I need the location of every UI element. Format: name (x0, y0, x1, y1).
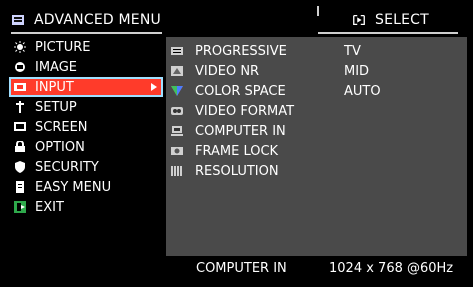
setting-row-video-nr[interactable]: VIDEO NR MID (171, 61, 369, 81)
left-menu-label-exit: EXIT (35, 199, 64, 215)
left-menu-item-screen[interactable]: SCREEN (11, 117, 166, 137)
setting-row-computer-in[interactable]: COMPUTER IN (171, 121, 286, 141)
setting-label-color-space: COLOR SPACE (195, 83, 286, 99)
picture-icon (14, 41, 26, 53)
resolution-icon (171, 165, 183, 177)
setting-value-progressive: TV (344, 43, 361, 59)
security-icon (14, 161, 26, 173)
enter-select-icon (352, 13, 366, 27)
submenu-arrow-icon (151, 83, 157, 91)
left-menu-label-option: OPTION (35, 139, 85, 155)
header-select-hint: SELECT (318, 8, 458, 34)
input-submenu-panel: PROGRESSIVE TV VIDEO NR MID COLOR SPACE … (166, 37, 467, 256)
setting-row-resolution[interactable]: RESOLUTION (171, 161, 279, 181)
left-menu-item-setup[interactable]: SETUP (11, 97, 166, 117)
left-menu-item-easy-menu[interactable]: EASY MENU (11, 177, 166, 197)
computer-in-icon (171, 125, 183, 137)
input-icon (14, 81, 26, 93)
left-menu-label-image: IMAGE (35, 59, 78, 75)
setup-icon (14, 101, 26, 113)
page-title: ADVANCED MENU (34, 12, 161, 28)
setting-label-computer-in: COMPUTER IN (195, 123, 286, 139)
progressive-icon (171, 45, 183, 57)
left-menu-label-setup: SETUP (35, 99, 77, 115)
setting-row-video-format[interactable]: VIDEO FORMAT (171, 101, 294, 121)
setting-label-video-format: VIDEO FORMAT (195, 103, 295, 119)
setting-label-frame-lock: FRAME LOCK (195, 143, 279, 159)
left-menu-item-exit[interactable]: EXIT (11, 197, 166, 217)
setting-row-frame-lock[interactable]: FRAME LOCK (171, 141, 278, 161)
left-menu-label-easy-menu: EASY MENU (35, 179, 112, 195)
left-menu-label-input: INPUT (35, 79, 74, 95)
setting-label-video-nr: VIDEO NR (195, 63, 260, 79)
left-menu-item-input[interactable]: INPUT (9, 77, 163, 97)
left-menu-label-picture: PICTURE (35, 39, 91, 55)
setting-label-resolution: RESOLUTION (195, 163, 279, 179)
image-icon (14, 61, 26, 73)
left-menu: PICTURE IMAGE INPUT SETUP SCREEN OPTION … (9, 37, 166, 217)
exit-icon (14, 201, 26, 213)
left-menu-label-security: SECURITY (35, 159, 99, 175)
left-menu-item-image[interactable]: IMAGE (11, 57, 166, 77)
status-footer: COMPUTER IN 1024 x 768 @60Hz (166, 258, 467, 281)
footer-label: COMPUTER IN (196, 261, 287, 276)
select-label: SELECT (375, 12, 429, 28)
option-icon (14, 141, 26, 153)
left-menu-item-security[interactable]: SECURITY (11, 157, 166, 177)
setting-row-progressive[interactable]: PROGRESSIVE TV (171, 41, 361, 61)
projector-osd: ADVANCED MENU SELECT PICTURE IMAGE INPUT… (0, 0, 473, 287)
setting-value-color-space: AUTO (344, 83, 381, 99)
left-menu-label-screen: SCREEN (35, 119, 88, 135)
header-title-bar: ADVANCED MENU (11, 8, 162, 34)
setting-label-progressive: PROGRESSIVE (195, 43, 287, 59)
video-format-icon (171, 105, 183, 117)
setting-row-color-space[interactable]: COLOR SPACE AUTO (171, 81, 381, 101)
color-space-icon (171, 85, 183, 97)
screen-icon (14, 121, 26, 133)
left-menu-item-picture[interactable]: PICTURE (11, 37, 166, 57)
frame-lock-icon (171, 145, 183, 157)
video-nr-icon (171, 65, 183, 77)
footer-resolution-value: 1024 x 768 @60Hz (329, 261, 454, 276)
left-menu-item-option[interactable]: OPTION (11, 137, 166, 157)
easy-menu-icon (14, 181, 26, 193)
setting-value-video-nr: MID (344, 63, 370, 79)
advanced-menu-icon (11, 13, 25, 27)
